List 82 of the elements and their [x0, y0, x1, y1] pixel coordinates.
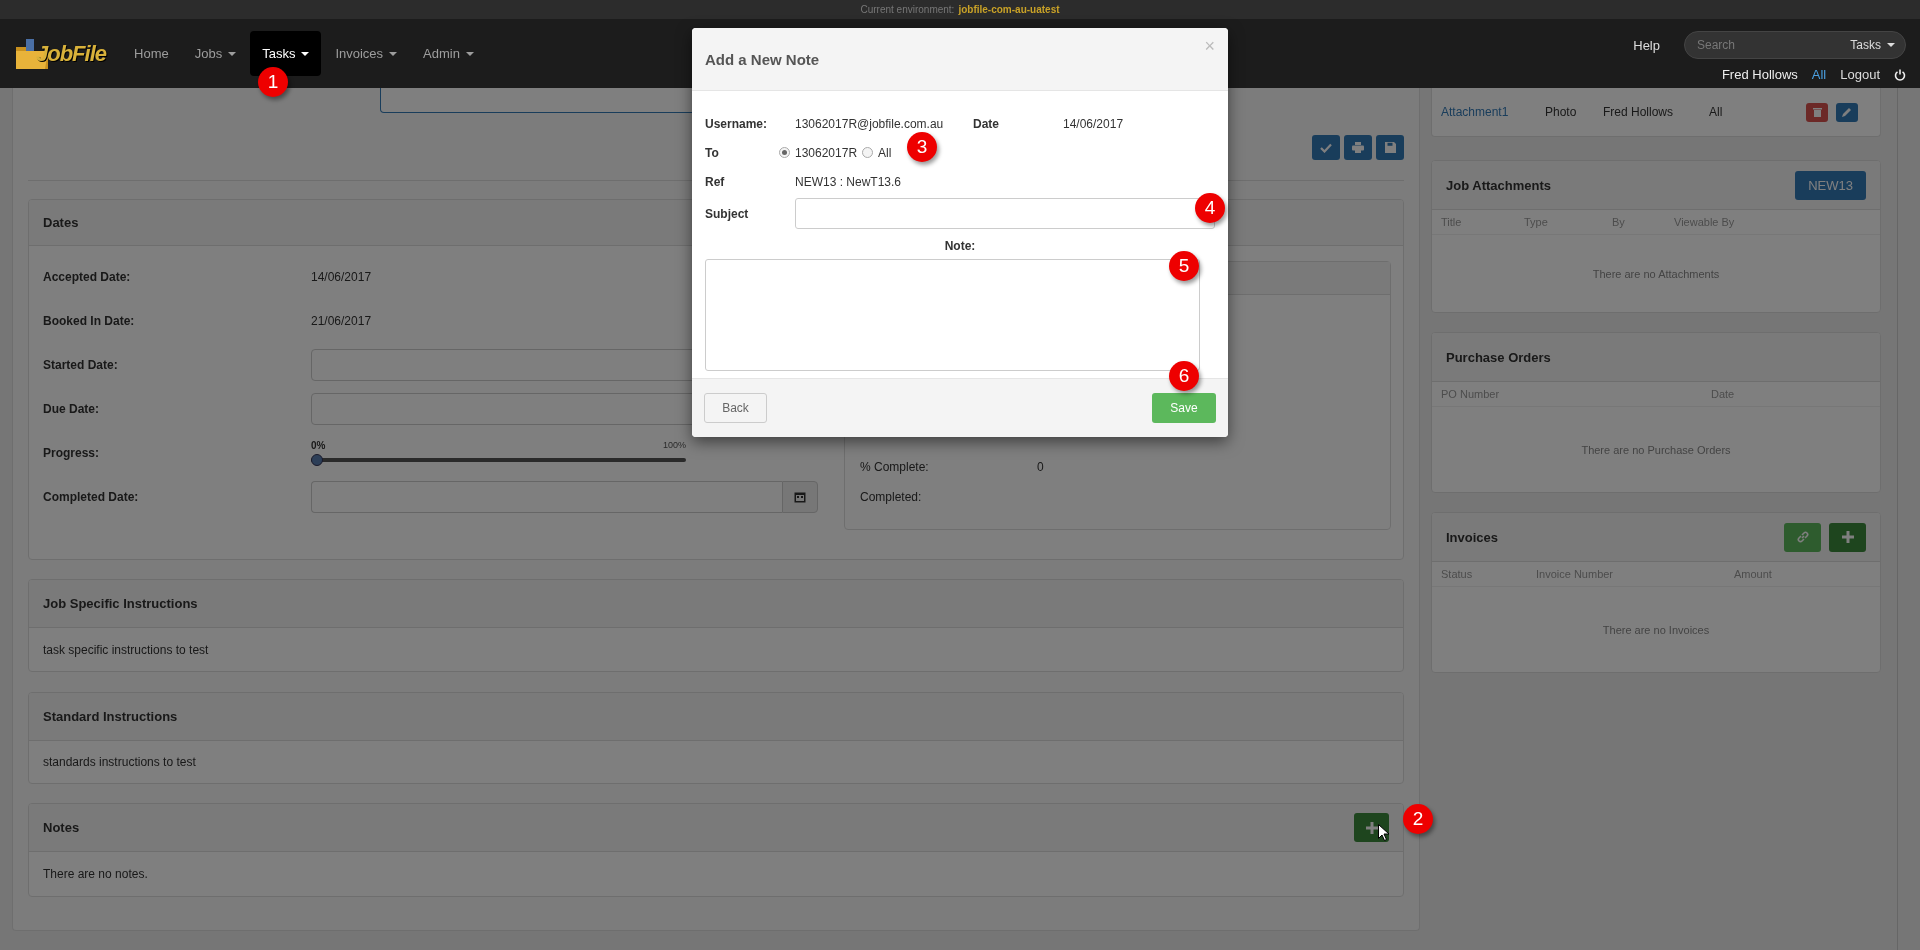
field-label: Username:	[705, 116, 768, 131]
instructions-text: task specific instructions to test	[43, 642, 209, 657]
date-value: 21/06/2017	[311, 314, 373, 328]
slider-max-label: 100%	[662, 440, 686, 451]
edit-button[interactable]	[1836, 102, 1858, 122]
progress-slider[interactable]	[311, 454, 686, 466]
empty-message: There are no notes.	[43, 867, 148, 881]
delete-button[interactable]	[1806, 102, 1828, 122]
power-icon[interactable]	[1894, 68, 1906, 81]
field-label: Due Date:	[43, 402, 100, 416]
nav-item[interactable]: Tasks	[250, 31, 322, 76]
cursor-icon	[1378, 824, 1389, 841]
search-field[interactable]: Search Tasks	[1684, 31, 1906, 59]
caret-icon	[465, 51, 474, 56]
radio-label[interactable]: All	[878, 145, 892, 160]
panel-title: Notes	[43, 820, 80, 835]
field-label: Progress:	[43, 446, 101, 460]
environment-label: Current environment:	[860, 4, 955, 15]
user-name: Fred Hollows	[1721, 67, 1798, 82]
nav-item[interactable]: Invoices	[323, 31, 410, 76]
radio-button[interactable]	[862, 147, 874, 158]
instructions-text: standards instructions to test	[43, 755, 196, 769]
field-label: Date	[973, 116, 999, 131]
summary-label: Completed:	[860, 490, 923, 504]
dialog-title: Add a New Note	[705, 50, 820, 68]
confirm-button[interactable]	[1312, 135, 1340, 160]
panel-title: Standard Instructions	[43, 709, 178, 724]
calendar-icon	[794, 491, 806, 503]
date-value: 14/06/2017	[1063, 116, 1125, 131]
table-cell-text: Fred Hollows	[1603, 105, 1675, 119]
caret-icon	[301, 51, 310, 56]
help-link[interactable]: Help	[1633, 37, 1660, 53]
username-value: 13062017R@jobfile.com.au	[795, 116, 945, 131]
field-label: Subject	[705, 206, 750, 221]
field-label: Note:	[944, 239, 976, 253]
nav-item[interactable]: Home	[122, 31, 181, 76]
caret-icon	[389, 51, 398, 56]
field-label: Started Date:	[43, 358, 119, 372]
panel-title: Invoices	[1446, 529, 1499, 545]
nav-item[interactable]: Jobs	[182, 31, 249, 76]
field-label: Booked In Date:	[43, 314, 136, 328]
environment-name: jobfile-com-au-uatest	[958, 4, 1060, 15]
back-button[interactable]: Back	[704, 393, 767, 423]
ref-value: NEW13 : NewT13.6	[795, 174, 903, 189]
plus-icon	[1365, 821, 1378, 834]
all-link[interactable]: All	[1811, 67, 1827, 82]
pencil-icon	[1842, 107, 1852, 117]
link-icon	[1796, 531, 1809, 543]
summary-label: % Complete:	[860, 460, 930, 474]
radio-button[interactable]	[779, 147, 790, 158]
field-label: Ref	[705, 174, 725, 189]
field-label: Accepted Date:	[43, 270, 132, 284]
table-cell-text: All	[1709, 105, 1724, 119]
field-label: To	[705, 145, 719, 160]
logout-link[interactable]: Logout	[1840, 67, 1880, 82]
empty-message: There are no Purchase Orders	[1581, 443, 1731, 456]
print-button[interactable]	[1344, 135, 1372, 160]
check-icon	[1320, 142, 1332, 153]
field-label: Completed Date:	[43, 490, 140, 504]
empty-message: There are no Attachments	[1592, 267, 1720, 280]
radio-label[interactable]: 13062017R	[795, 145, 858, 160]
add-invoice-button[interactable]	[1829, 522, 1866, 552]
save-button[interactable]	[1376, 135, 1404, 160]
summary-value: 0	[1037, 460, 1045, 474]
plus-icon	[1841, 531, 1854, 543]
slider-thumb[interactable]	[311, 454, 323, 466]
note-field[interactable]	[705, 259, 1200, 371]
caret-icon	[228, 51, 237, 56]
panel-title: Job Attachments	[1446, 177, 1551, 193]
nav-item[interactable]: Admin	[411, 31, 486, 76]
step-marker: 2	[1403, 804, 1433, 834]
slider-min-label: 0%	[311, 440, 326, 451]
calendar-button[interactable]	[782, 481, 818, 513]
panel-title: Purchase Orders	[1446, 349, 1551, 365]
date-field[interactable]	[311, 481, 782, 513]
search-scope-dropdown[interactable]: Tasks	[1850, 38, 1895, 52]
panel-title: Dates	[43, 215, 79, 230]
trash-icon	[1812, 107, 1822, 117]
printer-icon	[1352, 142, 1364, 153]
date-value: 14/06/2017	[311, 270, 373, 284]
panel-title: Job Specific Instructions	[43, 596, 198, 611]
table-cell-text: Photo	[1545, 105, 1578, 119]
